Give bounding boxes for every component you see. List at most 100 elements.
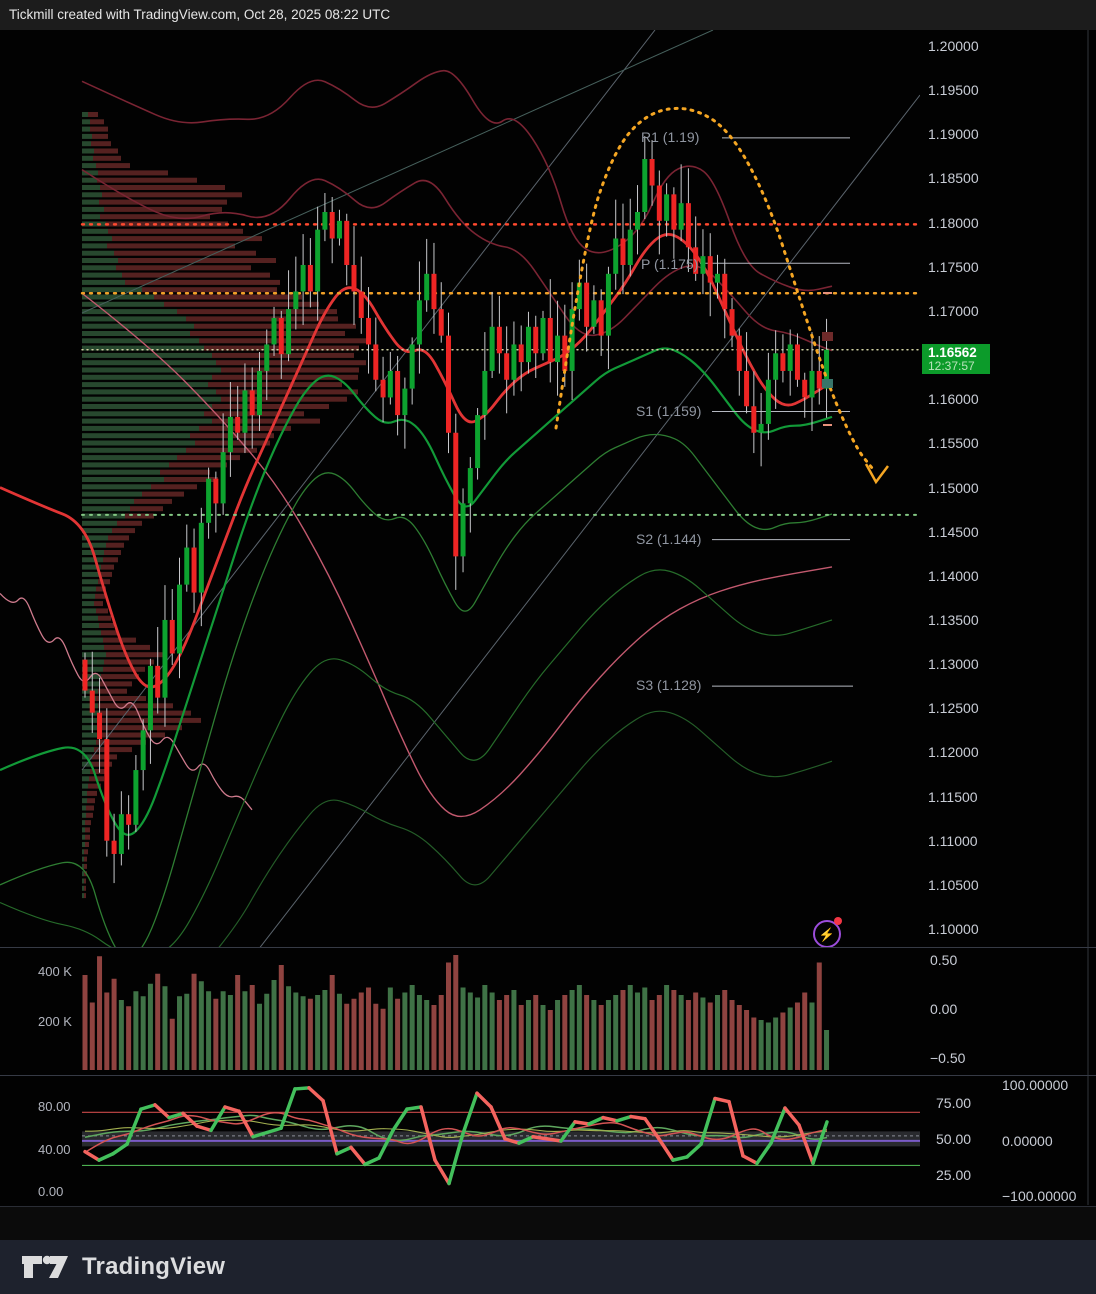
tradingview-chart-app: Tickmill created with TradingView.com, O… [0,0,1096,1294]
volume-profile-row [82,477,164,482]
candle [307,264,313,292]
candle [787,344,793,371]
volume-profile-row [82,871,84,877]
candle [525,326,531,363]
volume-profile-row [82,491,142,497]
candle [322,212,328,230]
candle [249,390,255,416]
volume-profile-row [82,893,84,899]
volume-bar [664,985,670,1070]
volume-bar [729,1000,735,1070]
volume-bar [751,1017,757,1070]
pink-left-meander [0,593,253,811]
volume-profile-row [82,163,96,169]
osc-fast-line-seg [475,1091,493,1109]
volume-profile-row [82,185,100,190]
panel-divider-main-volume[interactable] [0,947,1096,948]
volume-bar [584,995,590,1070]
candle [300,264,306,292]
volume-bar [278,965,284,1070]
volume-profile-row [82,586,96,592]
candle [416,300,422,345]
volume-profile-row [82,878,84,884]
candle [293,291,299,310]
candle [707,256,713,283]
osc-fast-line-seg [713,1096,731,1104]
candle [613,238,619,274]
volume-profile-row [82,148,94,154]
candle [97,712,103,740]
volume-profile-row [82,783,88,789]
candle [380,379,386,398]
volume-bar [605,1000,611,1070]
volume-profile-row [82,447,186,453]
volume-bar [722,990,728,1070]
volume-bar [366,987,372,1070]
volume-bar [613,995,619,1070]
osc-fast-line-seg [83,1149,101,1162]
candle [118,814,124,854]
volume-profile-row [82,601,94,607]
candle [635,212,641,230]
candle [278,317,284,355]
volume-bar [693,992,699,1070]
volume-bar [395,998,401,1070]
trend-line-3 [81,30,714,314]
volume-bar [598,1005,604,1070]
candle [714,273,720,283]
osc-fast-line-seg [223,1105,241,1113]
volume-profile-row [82,652,106,658]
oscillator-panel [82,1086,920,1186]
volume-profile-row [82,206,104,212]
volume-bar [780,1012,786,1070]
volume-bar [569,990,575,1070]
candle [685,203,691,248]
volume-bar [714,995,720,1070]
osc-fast-line-seg [307,1086,325,1103]
candle [540,317,546,354]
volume-profile-row [82,469,160,475]
time-axis[interactable] [0,1206,1096,1241]
volume-profile-row [82,425,199,431]
candle [584,282,590,327]
candle [126,814,132,825]
volume-bar [169,1018,175,1070]
candle [467,468,473,504]
tradingview-logo-icon[interactable] [20,1250,72,1284]
volume-profile-row [82,352,212,358]
volume-bar [525,1000,531,1070]
volume-profile-row [82,440,195,446]
osc-fast-line-seg [153,1103,171,1120]
candle [177,584,183,654]
candle [409,344,415,389]
candle [220,452,226,504]
volume-profile-row [82,812,86,818]
volume-bar [162,986,168,1070]
volume-bar [496,1000,502,1070]
volume-profile-row [82,404,212,409]
volume-profile-row [82,360,216,366]
candle [555,335,561,363]
tradingview-wordmark[interactable]: TradingView [82,1253,225,1281]
panel-divider-volume-osc[interactable] [0,1075,1096,1076]
candle [475,415,481,469]
chart-canvas[interactable] [0,0,1096,1294]
candle [169,619,175,654]
candle [664,194,670,221]
candle [133,770,139,825]
volume-bar [329,975,335,1070]
volume-profile-row [82,739,96,745]
volume-profile-row [82,820,85,826]
volume-bar [809,1002,815,1070]
volume-bar [547,1010,553,1070]
volume-profile-row [82,571,99,577]
volume-bar [213,998,219,1070]
volume-profile-row [82,528,112,534]
candle [242,390,248,433]
candle [598,300,604,336]
volume-bar [380,1008,386,1070]
volume-profile-row [82,323,194,329]
volume-bar [773,1017,779,1070]
candle [162,619,168,698]
volume-bar [424,1000,430,1070]
